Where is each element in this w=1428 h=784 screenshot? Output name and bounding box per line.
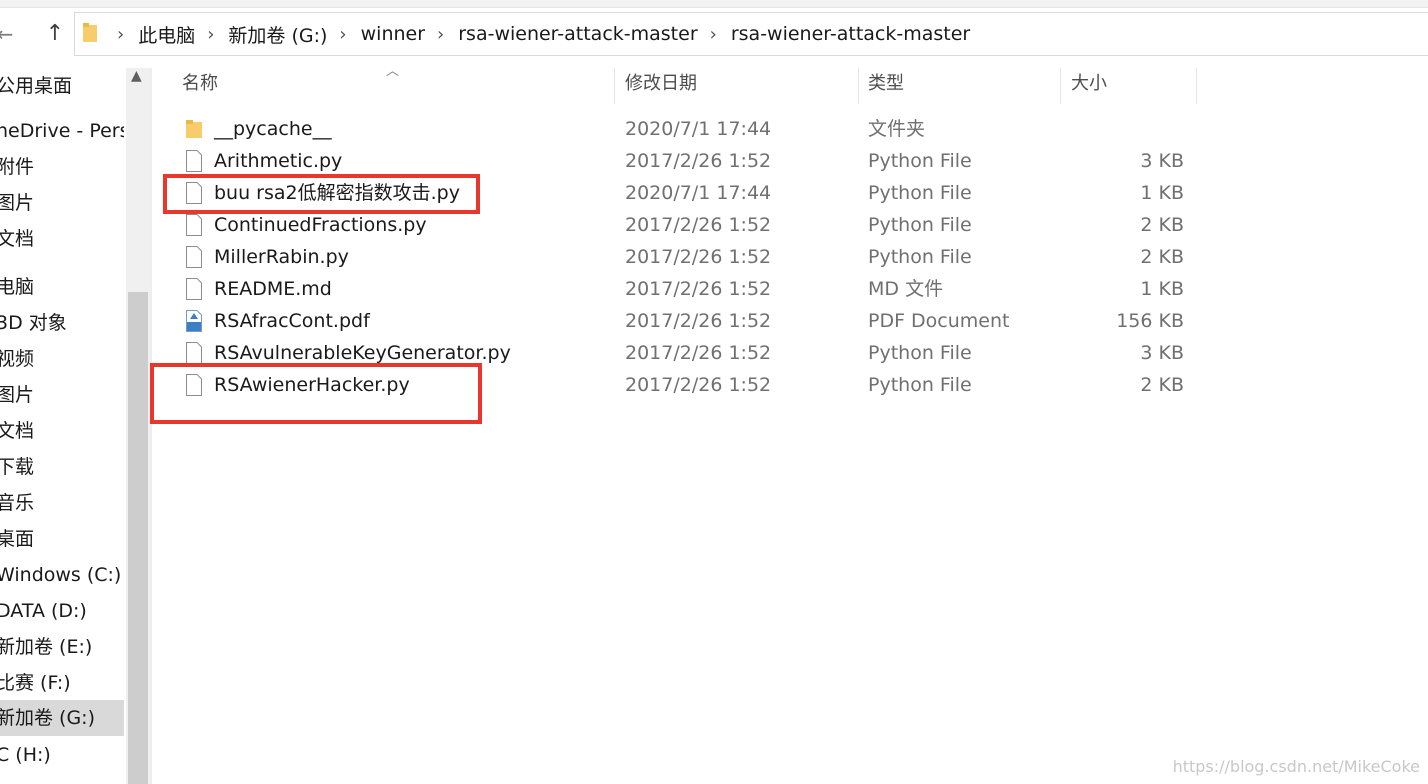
navigation-pane: 公用桌面 neDrive - Perso 附件 图片 文档 电脑 3D 对象 视… xyxy=(0,68,152,784)
file-date: 2020/7/1 17:44 xyxy=(625,118,772,140)
file-type: Python File xyxy=(868,150,972,172)
file-icon xyxy=(186,214,202,236)
breadcrumb-rsa-wiener-attack-master-inner[interactable]: rsa-wiener-attack-master xyxy=(731,23,970,45)
scroll-up-arrow-icon[interactable]: ▲ xyxy=(131,68,142,84)
nav-item-drive-e[interactable]: 新加卷 (E:) xyxy=(0,629,124,665)
breadcrumb: › 此电脑 › 新加卷 (G:) › winner › rsa-wiener-a… xyxy=(105,13,970,55)
file-icon xyxy=(186,278,202,300)
column-divider[interactable] xyxy=(1196,68,1197,104)
ribbon-edge xyxy=(0,0,1428,8)
folder-icon xyxy=(186,120,202,138)
file-type: Python File xyxy=(868,246,972,268)
file-icon xyxy=(186,342,202,364)
file-row[interactable]: MillerRabin.py 2017/2/26 1:52 Python Fil… xyxy=(152,241,1202,273)
nav-item-3d-objects[interactable]: 3D 对象 xyxy=(0,305,124,341)
column-header-size[interactable]: 大小 xyxy=(1071,68,1107,104)
file-row[interactable]: RSAfracCont.pdf 2017/2/26 1:52 PDF Docum… xyxy=(152,305,1202,337)
nav-item-pictures[interactable]: 图片 xyxy=(0,377,124,413)
file-type: Python File xyxy=(868,182,972,204)
file-size: 156 KB xyxy=(1116,310,1184,332)
column-header-date[interactable]: 修改日期 xyxy=(625,68,697,104)
column-header-name[interactable]: 名称 xyxy=(182,68,218,104)
nav-item-documents[interactable]: 文档 xyxy=(0,413,124,449)
nav-item-pictures-onedrive[interactable]: 图片 xyxy=(0,185,124,221)
file-size: 2 KB xyxy=(1140,214,1184,236)
file-icon xyxy=(186,150,202,172)
chevron-right-icon[interactable]: › xyxy=(117,24,124,45)
chevron-right-icon[interactable]: › xyxy=(339,24,346,45)
nav-item-this-pc[interactable]: 电脑 xyxy=(0,269,124,305)
file-type: Python File xyxy=(868,214,972,236)
file-size: 3 KB xyxy=(1140,150,1184,172)
file-date: 2017/2/26 1:52 xyxy=(625,310,772,332)
file-type: Python File xyxy=(868,374,972,396)
chevron-right-icon[interactable]: › xyxy=(437,24,444,45)
file-date: 2017/2/26 1:52 xyxy=(625,278,772,300)
file-name: __pycache__ xyxy=(214,118,332,140)
file-name: README.md xyxy=(214,278,332,300)
nav-item-drive-f[interactable]: 比赛 (F:) xyxy=(0,665,124,701)
nav-item-desktop[interactable]: 桌面 xyxy=(0,521,124,557)
nav-scrollbar[interactable]: ▲ xyxy=(126,68,150,784)
nav-item-attachments[interactable]: 附件 xyxy=(0,149,124,185)
nav-item-onedrive[interactable]: neDrive - Perso xyxy=(0,113,124,149)
file-type: PDF Document xyxy=(868,310,1010,332)
nav-item-downloads[interactable]: 下载 xyxy=(0,449,124,485)
file-date: 2017/2/26 1:52 xyxy=(625,150,772,172)
file-date: 2017/2/26 1:52 xyxy=(625,214,772,236)
address-toolbar: ← ↑ › 此电脑 › 新加卷 (G:) › winner › rsa-wien… xyxy=(0,0,1428,68)
file-row[interactable]: Arithmetic.py 2017/2/26 1:52 Python File… xyxy=(152,145,1202,177)
scrollbar-thumb[interactable] xyxy=(128,292,148,784)
breadcrumb-rsa-wiener-attack-master[interactable]: rsa-wiener-attack-master xyxy=(458,23,697,45)
file-name: RSAfracCont.pdf xyxy=(214,310,370,332)
back-arrow-icon[interactable]: ← xyxy=(0,20,18,48)
highlight-box-buu-rsa2 xyxy=(163,174,480,214)
file-row[interactable]: __pycache__ 2020/7/1 17:44 文件夹 xyxy=(152,113,1202,145)
file-row[interactable]: README.md 2017/2/26 1:52 MD 文件 1 KB xyxy=(152,273,1202,305)
column-headers: 名称 修改日期 类型 大小 xyxy=(152,68,1428,104)
nav-item-music[interactable]: 音乐 xyxy=(0,485,124,521)
file-size: 2 KB xyxy=(1140,374,1184,396)
nav-item-videos[interactable]: 视频 xyxy=(0,341,124,377)
breadcrumb-this-pc[interactable]: 此电脑 xyxy=(138,21,195,48)
breadcrumb-drive-g[interactable]: 新加卷 (G:) xyxy=(228,21,327,48)
nav-item-drive-h[interactable]: C (H:) xyxy=(0,737,124,773)
file-type: 文件夹 xyxy=(868,118,926,140)
chevron-right-icon[interactable]: › xyxy=(207,24,214,45)
nav-item-documents-onedrive[interactable]: 文档 xyxy=(0,221,124,257)
highlight-box-rsawienerhacker xyxy=(150,363,482,424)
file-date: 2020/7/1 17:44 xyxy=(625,182,772,204)
folder-icon xyxy=(83,23,97,42)
nav-item-drive-g[interactable]: 新加卷 (G:) xyxy=(0,700,124,736)
file-date: 2017/2/26 1:52 xyxy=(625,246,772,268)
watermark: https://blog.csdn.net/MikeCoke xyxy=(1172,757,1420,776)
nav-item-drive-c[interactable]: Windows (C:) xyxy=(0,557,124,593)
nav-item-public-desktop[interactable]: 公用桌面 xyxy=(0,68,124,104)
file-size: 1 KB xyxy=(1140,182,1184,204)
nav-item-drive-d[interactable]: DATA (D:) xyxy=(0,593,124,629)
file-type: MD 文件 xyxy=(868,278,944,300)
file-type: Python File xyxy=(868,342,972,364)
file-size: 2 KB xyxy=(1140,246,1184,268)
column-divider[interactable] xyxy=(858,68,859,104)
file-date: 2017/2/26 1:52 xyxy=(625,342,772,364)
file-name: Arithmetic.py xyxy=(214,150,343,172)
pdf-icon xyxy=(186,310,202,332)
file-size: 1 KB xyxy=(1140,278,1184,300)
column-divider[interactable] xyxy=(614,68,615,104)
chevron-right-icon[interactable]: › xyxy=(710,24,717,45)
column-header-type[interactable]: 类型 xyxy=(868,68,904,104)
breadcrumb-winner[interactable]: winner xyxy=(361,23,425,45)
file-name: MillerRabin.py xyxy=(214,246,349,268)
file-icon xyxy=(186,246,202,268)
file-date: 2017/2/26 1:52 xyxy=(625,374,772,396)
address-bar[interactable]: › 此电脑 › 新加卷 (G:) › winner › rsa-wiener-a… xyxy=(74,12,1428,56)
up-arrow-icon[interactable]: ↑ xyxy=(42,20,68,48)
column-divider[interactable] xyxy=(1060,68,1061,104)
file-size: 3 KB xyxy=(1140,342,1184,364)
